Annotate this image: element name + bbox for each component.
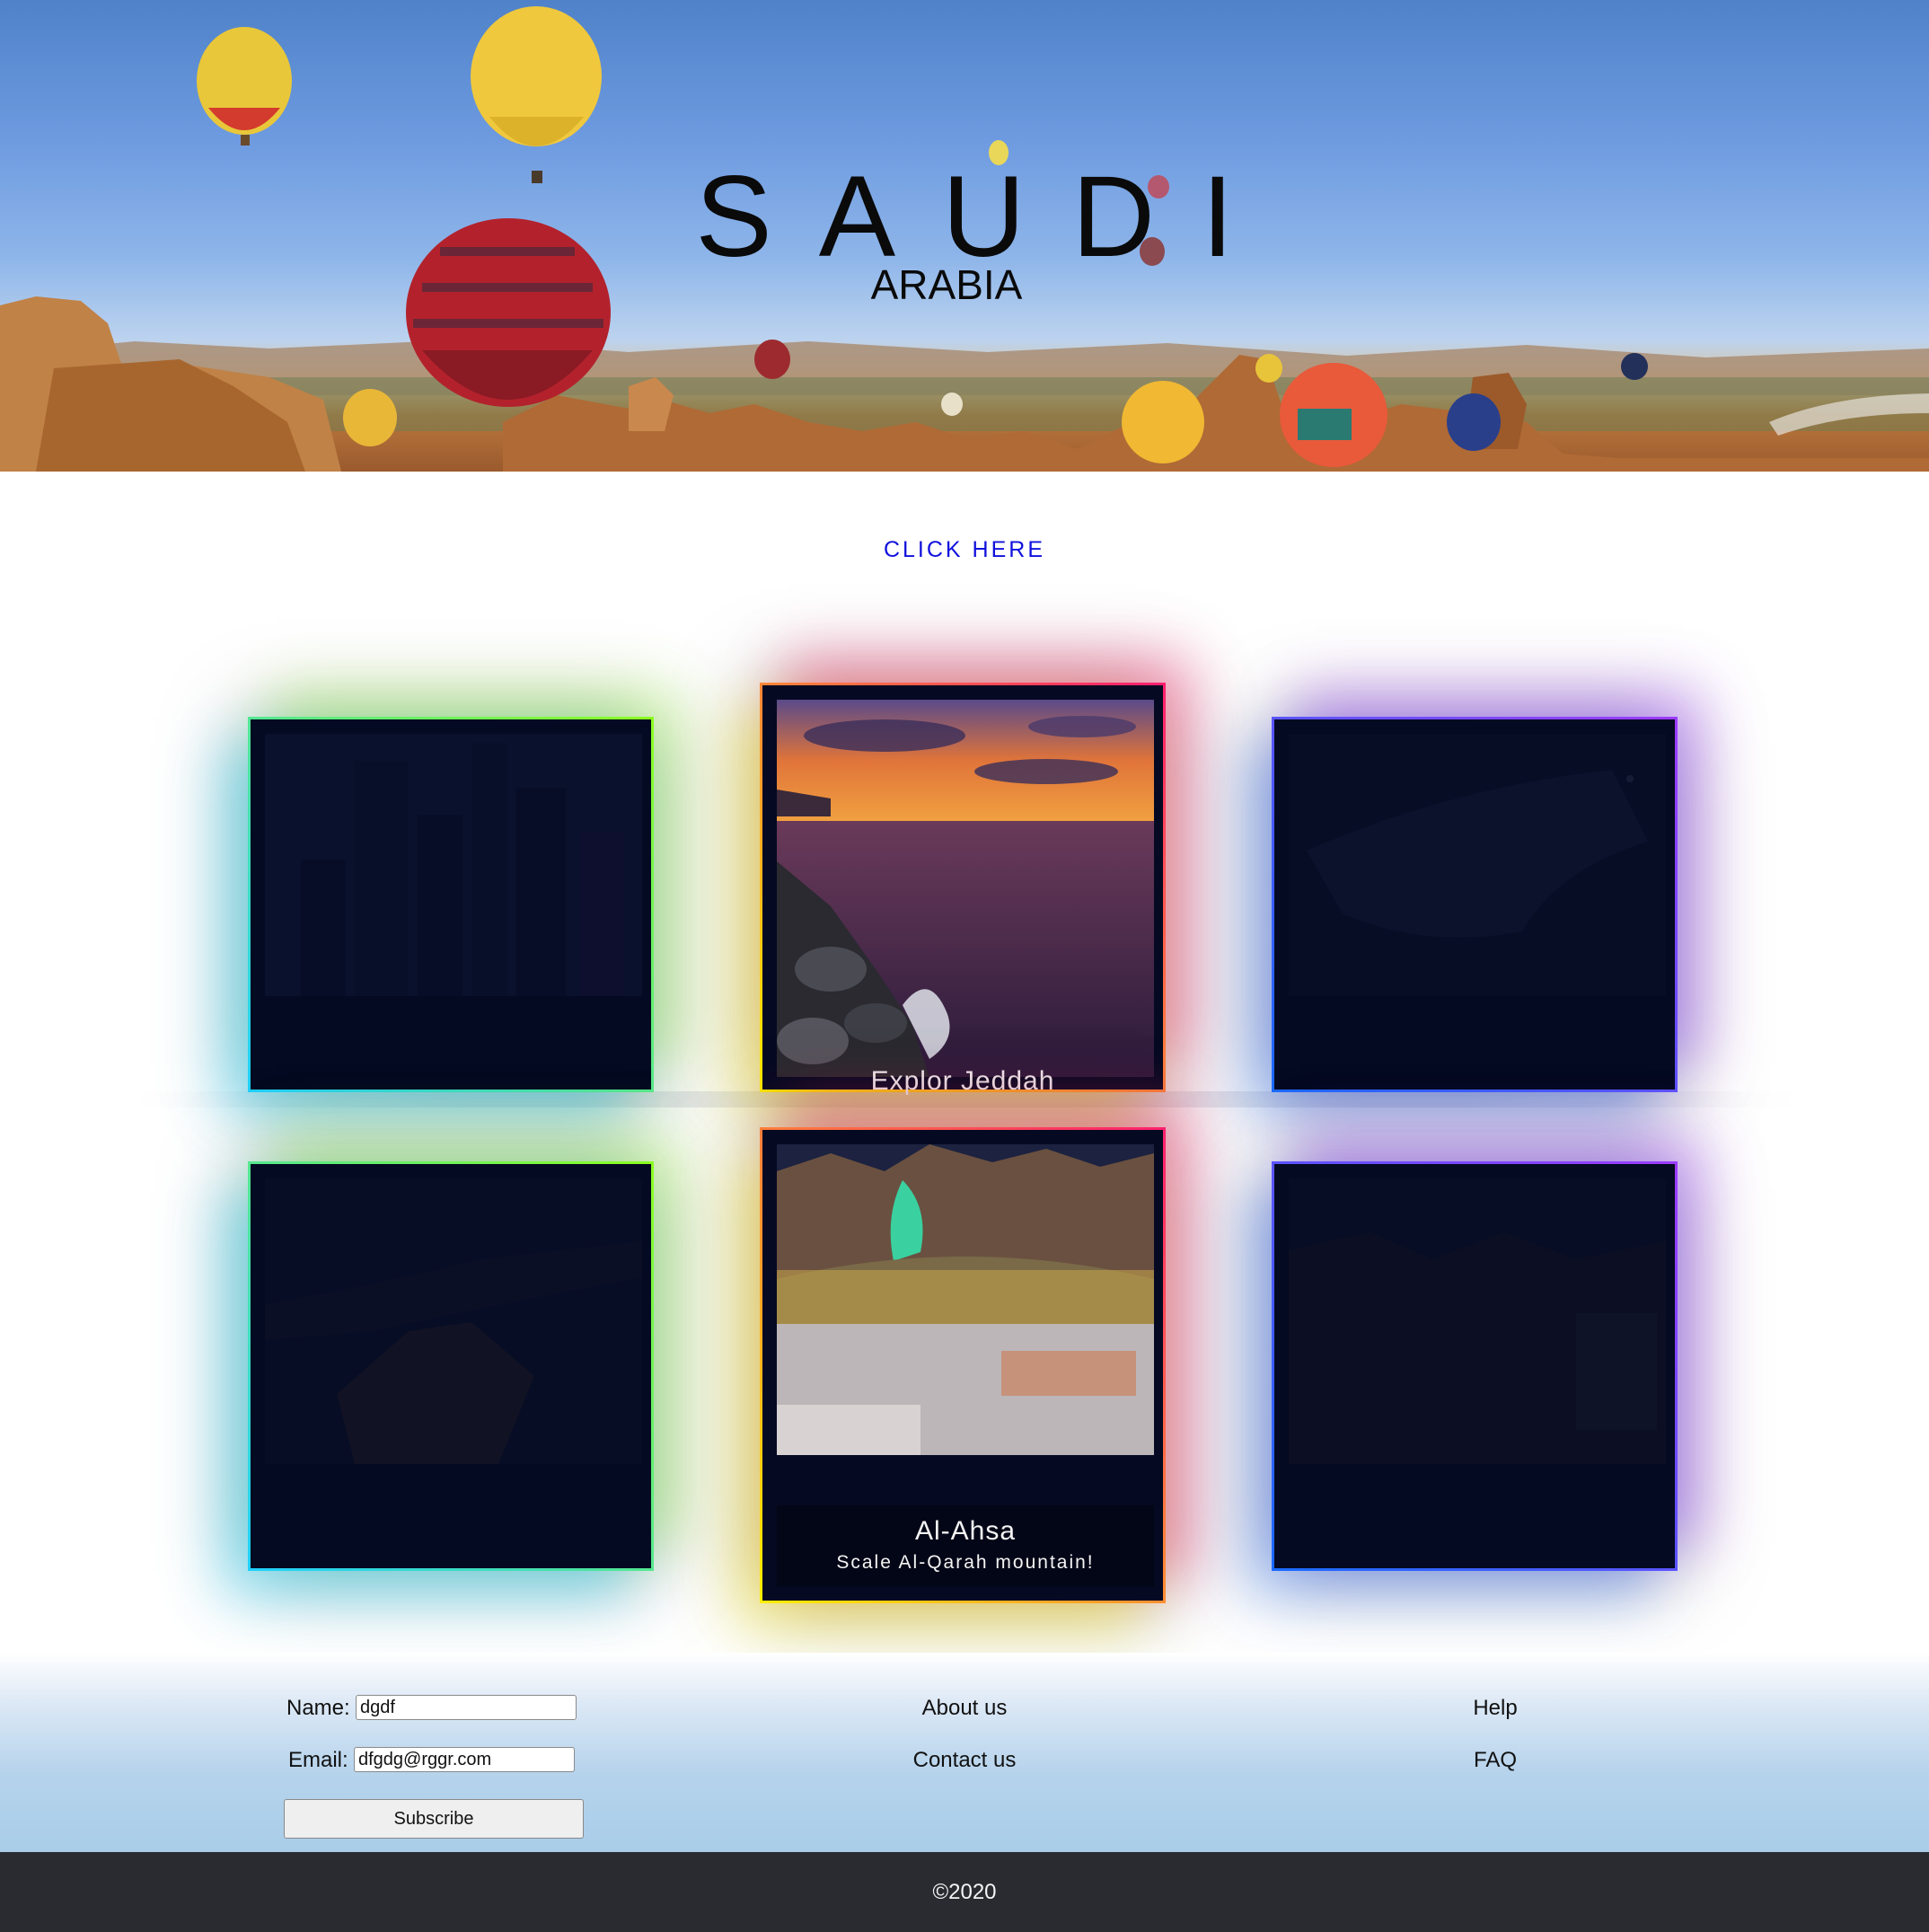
card-photo-diriyah	[1289, 1178, 1666, 1464]
email-input[interactable]	[354, 1747, 575, 1772]
card-caption-alahsa: Al-Ahsa Scale Al-Qarah mountain!	[777, 1505, 1154, 1586]
balloon-yellow-left	[197, 27, 292, 146]
card-photo-alahsa	[777, 1144, 1154, 1455]
card-caption-jeddah: Explor Jeddah	[870, 1066, 1055, 1096]
help-link[interactable]: Help	[1361, 1696, 1630, 1721]
footer-section: Name: Email: Subscribe About us Contact …	[0, 1653, 1929, 1852]
card-photo-jeddah	[777, 700, 1154, 1077]
card-alula[interactable]	[1272, 717, 1678, 1092]
click-here-link[interactable]: CLICK HERE	[884, 537, 1045, 562]
cta-container: CLICK HERE	[0, 537, 1929, 563]
copyright-bar: ©2020	[0, 1852, 1929, 1932]
card-photo-alula	[1289, 734, 1666, 996]
hero-banner: SAUDI ARABIA	[0, 0, 1929, 472]
card-diriyah[interactable]	[1272, 1161, 1678, 1571]
name-label: Name:	[286, 1696, 350, 1720]
email-label: Email:	[288, 1748, 348, 1772]
name-input[interactable]	[356, 1695, 577, 1720]
about-us-link[interactable]: About us	[830, 1696, 1099, 1721]
card-subtitle-alahsa: Scale Al-Qarah mountain!	[836, 1552, 1095, 1573]
faq-link[interactable]: FAQ	[1361, 1748, 1630, 1773]
card-abha[interactable]	[248, 1161, 654, 1571]
card-photo-abha	[265, 1178, 642, 1464]
copyright-text: ©2020	[932, 1880, 997, 1904]
card-title-alahsa: Al-Ahsa	[914, 1516, 1017, 1546]
card-riyadh[interactable]	[248, 717, 654, 1092]
card-jeddah[interactable]: Explor Jeddah	[760, 683, 1166, 1096]
subscribe-button[interactable]: Subscribe	[284, 1799, 584, 1839]
card-alahsa[interactable]: Al-Ahsa Scale Al-Qarah mountain!	[760, 1127, 1166, 1603]
hero-subtitle: ARABIA	[870, 261, 1023, 308]
contact-us-link[interactable]: Contact us	[830, 1748, 1099, 1773]
card-photo-riyadh	[265, 734, 642, 996]
